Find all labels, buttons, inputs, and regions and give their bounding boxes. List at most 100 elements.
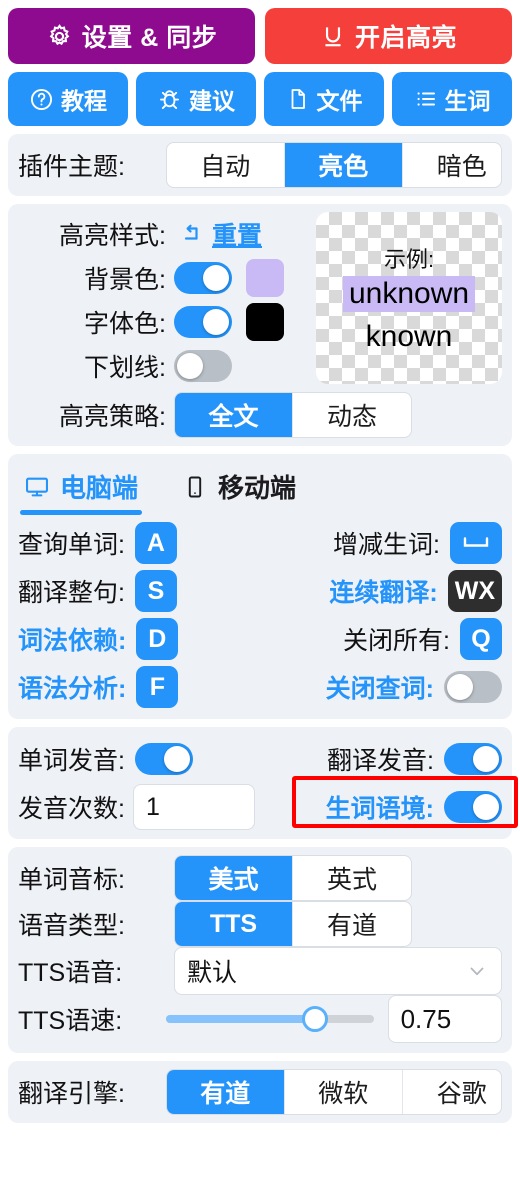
- toggle-knob: [203, 309, 229, 335]
- highlight-style-panel: 高亮样式: 重置 背景色: 字体色: 下划线: 示例: unknown know…: [8, 204, 512, 446]
- background-color-toggle[interactable]: [174, 262, 232, 294]
- shortcuts-left-column: 查询单词: A 翻译整句: S 词法依赖: D 语法分析: F: [18, 519, 260, 711]
- toggle-knob: [473, 746, 499, 772]
- strategy-option-full[interactable]: 全文: [175, 393, 293, 437]
- phonetic-label: 单词音标:: [18, 866, 125, 894]
- tts-speed-slider[interactable]: [165, 1006, 374, 1032]
- toggle-knob: [177, 353, 203, 379]
- word-pronounce-toggle[interactable]: [134, 743, 193, 775]
- highlight-preview: 示例: unknown known: [316, 212, 502, 384]
- highlight-strategy-label: 高亮策略:: [59, 403, 166, 431]
- engine-option-microsoft[interactable]: 微软: [285, 1070, 403, 1114]
- tts-speed-value[interactable]: 0.75: [387, 995, 502, 1043]
- shortcut-close-all-key[interactable]: Q: [460, 618, 502, 660]
- gear-icon: [46, 23, 73, 50]
- tts-speed-label: TTS语速:: [18, 1007, 123, 1035]
- reset-style-button[interactable]: 重置: [180, 216, 262, 252]
- shortcut-syntax-label: 语法分析:: [18, 675, 127, 703]
- theme-row: 插件主题: 自动 亮色 暗色: [18, 142, 502, 188]
- audio-left-column: 单词发音: 发音次数: 1: [18, 735, 260, 831]
- toggle-knob: [203, 265, 229, 291]
- translate-engine-segmented-control[interactable]: 有道 微软 谷歌: [165, 1069, 502, 1115]
- highlight-style-wrap: 高亮样式: 重置 背景色: 字体色: 下划线: 示例: unknown know…: [18, 212, 502, 388]
- shortcut-lookup-word-key[interactable]: A: [134, 522, 177, 564]
- tab-mobile[interactable]: 移动端: [178, 462, 310, 515]
- theme-option-light[interactable]: 亮色: [284, 143, 403, 187]
- chevron-down-icon: [465, 959, 489, 983]
- toggle-knob: [473, 794, 499, 820]
- tts-voice-select[interactable]: 默认: [174, 947, 502, 995]
- engine-option-youdao[interactable]: 有道: [166, 1070, 285, 1114]
- highlight-strategy-segmented-control[interactable]: 全文 动态: [174, 392, 412, 438]
- tab-desktop[interactable]: 电脑端: [20, 462, 152, 515]
- voice-type-row: 语音类型: TTS 有道: [18, 901, 502, 947]
- highlight-style-controls: 高亮样式: 重置 背景色: 字体色: 下划线:: [18, 212, 308, 388]
- tab-mobile-label: 移动端: [218, 473, 297, 503]
- files-button[interactable]: 文件: [264, 72, 384, 126]
- strategy-option-dynamic[interactable]: 动态: [293, 393, 411, 437]
- phone-icon: [182, 474, 208, 500]
- shortcut-syntax-key[interactable]: F: [136, 666, 179, 708]
- file-icon: [286, 87, 310, 111]
- voice-type-segmented-control[interactable]: TTS 有道: [174, 901, 412, 947]
- underline-toggle[interactable]: [174, 350, 232, 382]
- highlight-strategy-row: 高亮策略: 全文 动态: [18, 392, 502, 438]
- enable-highlight-button[interactable]: 开启高亮: [265, 8, 512, 64]
- theme-option-auto[interactable]: 自动: [167, 143, 285, 187]
- shortcut-close-all-row: 关闭所有: Q: [260, 615, 502, 663]
- monitor-icon: [24, 474, 50, 500]
- audio-panel: 单词发音: 发音次数: 1 翻译发音: 生词语境:: [8, 727, 512, 839]
- voice-type-label: 语音类型:: [18, 912, 125, 940]
- preview-title: 示例:: [383, 247, 435, 272]
- shortcut-lookup-word-label: 查询单词:: [18, 531, 125, 559]
- voice-type-option-tts[interactable]: TTS: [175, 902, 293, 946]
- shortcut-toggle-vocab-label: 增减生词:: [333, 531, 440, 559]
- shortcut-continuous-translate-key[interactable]: WX: [447, 570, 502, 612]
- list-icon: [414, 87, 438, 111]
- settings-sync-label: 设置 & 同步: [81, 24, 218, 52]
- translate-engine-label: 翻译引擎:: [18, 1080, 125, 1108]
- enable-highlight-label: 开启高亮: [354, 24, 457, 52]
- voice-type-option-youdao[interactable]: 有道: [293, 902, 411, 946]
- background-color-swatch[interactable]: [246, 259, 284, 297]
- shortcut-toggle-vocab-key[interactable]: [450, 522, 502, 564]
- audio-right-column: 翻译发音: 生词语境:: [260, 735, 502, 831]
- shortcut-toggle-vocab-row: 增减生词:: [260, 519, 502, 567]
- font-color-swatch[interactable]: [246, 303, 284, 341]
- translate-pronounce-row: 翻译发音:: [260, 735, 502, 783]
- pronounce-count-input[interactable]: 1: [132, 784, 255, 830]
- translate-engine-row: 翻译引擎: 有道 微软 谷歌: [18, 1069, 502, 1115]
- settings-sync-button[interactable]: 设置 & 同步: [8, 8, 255, 64]
- word-pronounce-label: 单词发音:: [18, 747, 125, 775]
- translate-engine-panel: 翻译引擎: 有道 微软 谷歌: [8, 1061, 512, 1123]
- shortcut-disable-lookup-row: 关闭查词:: [260, 663, 502, 711]
- font-color-toggle[interactable]: [174, 306, 232, 338]
- shortcut-disable-lookup-label: 关闭查词:: [325, 675, 434, 703]
- tutorial-button[interactable]: 教程: [8, 72, 128, 126]
- voice-panel: 单词音标: 美式 英式 语音类型: TTS 有道 TTS语音: 默认 TTS语速…: [8, 847, 512, 1053]
- feedback-button[interactable]: 建议: [136, 72, 256, 126]
- phonetic-segmented-control[interactable]: 美式 英式: [174, 855, 412, 901]
- audio-toggle-grid: 单词发音: 发音次数: 1 翻译发音: 生词语境:: [18, 735, 502, 831]
- phonetic-option-uk[interactable]: 英式: [293, 856, 411, 900]
- platform-tabs: 电脑端 移动端: [18, 462, 502, 515]
- shortcut-morphology-key[interactable]: D: [136, 618, 179, 660]
- translate-pronounce-label: 翻译发音:: [327, 747, 434, 775]
- reset-style-label: 重置: [212, 222, 263, 250]
- shortcut-translate-sentence-key[interactable]: S: [134, 570, 177, 612]
- tts-speed-thumb[interactable]: [302, 1006, 329, 1032]
- phonetic-option-us[interactable]: 美式: [175, 856, 293, 900]
- word-context-label: 生词语境:: [325, 795, 434, 823]
- highlight-style-label: 高亮样式:: [59, 222, 166, 250]
- theme-option-dark[interactable]: 暗色: [403, 143, 501, 187]
- word-context-toggle[interactable]: [444, 791, 502, 823]
- translate-pronounce-toggle[interactable]: [444, 743, 502, 775]
- engine-option-google[interactable]: 谷歌: [403, 1070, 501, 1114]
- background-color-label: 背景色:: [84, 266, 166, 294]
- word-context-row: 生词语境:: [260, 783, 502, 831]
- shortcut-continuous-translate-row: 连续翻译: WX: [260, 567, 502, 615]
- tts-voice-value: 默认: [187, 959, 238, 987]
- theme-segmented-control[interactable]: 自动 亮色 暗色: [165, 142, 502, 188]
- disable-lookup-toggle[interactable]: [444, 671, 502, 703]
- vocabulary-button[interactable]: 生词: [392, 72, 512, 126]
